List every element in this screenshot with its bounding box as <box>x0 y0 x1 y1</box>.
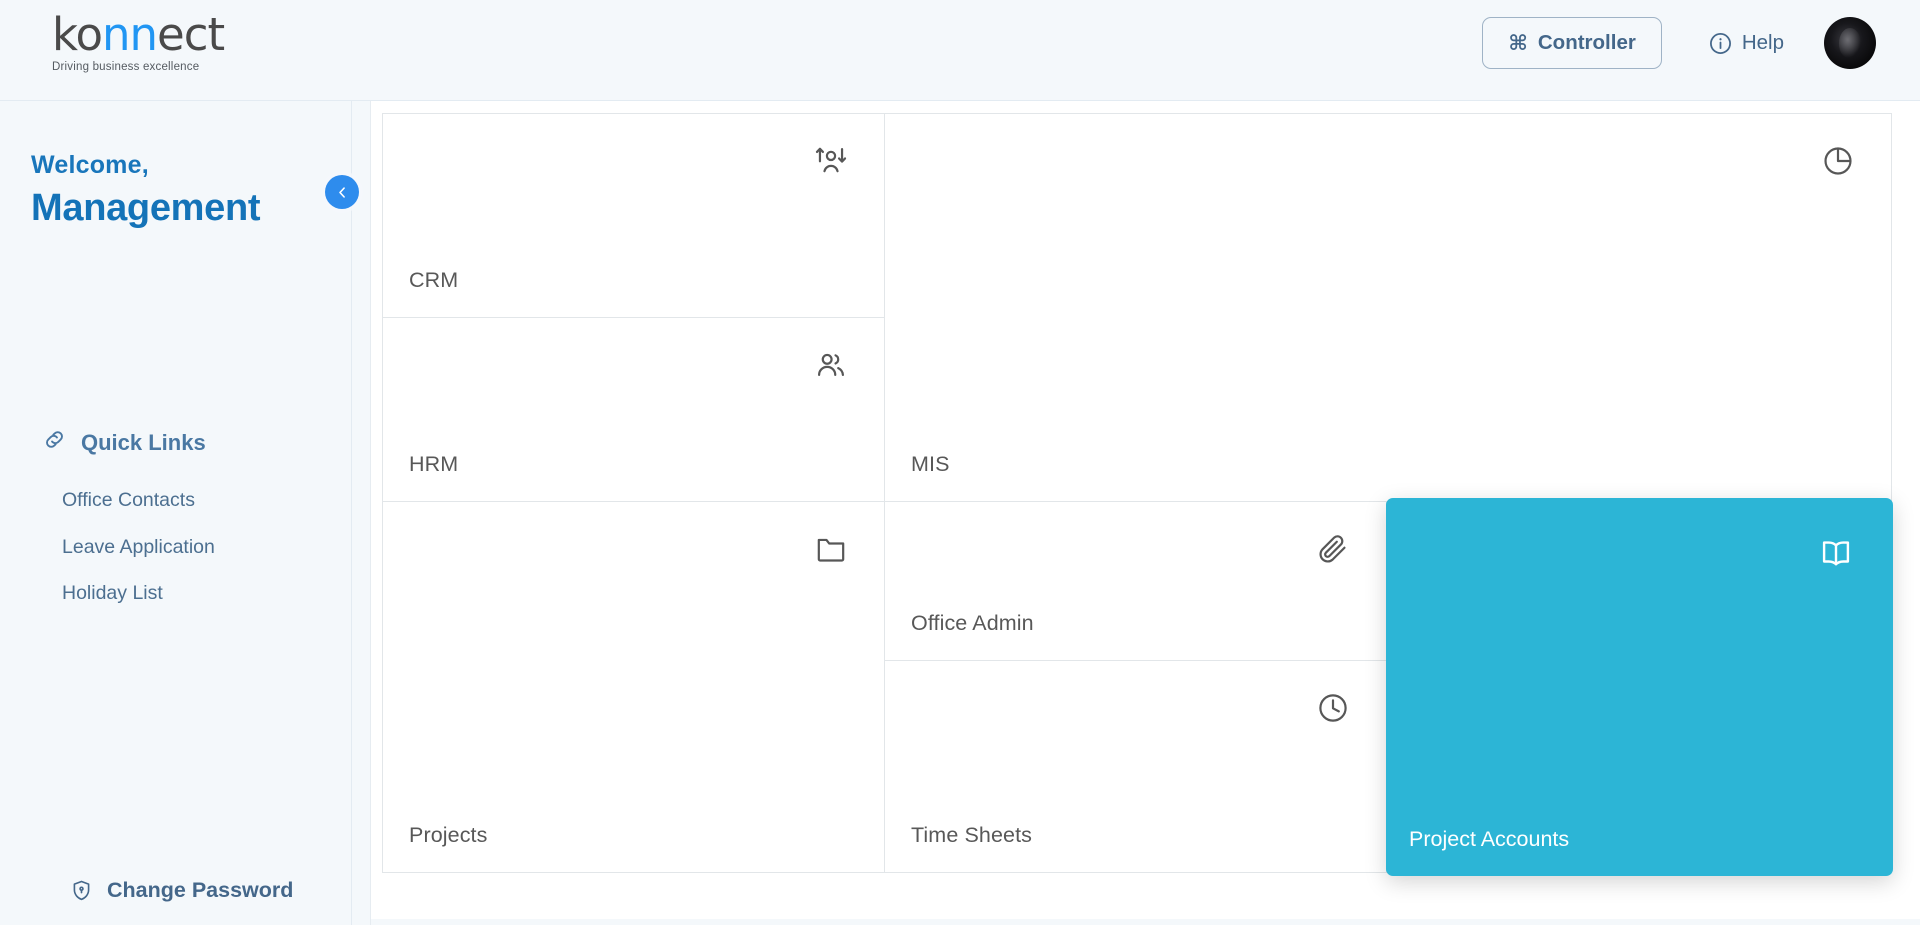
page-title: Management <box>31 187 261 229</box>
open-book-icon <box>1819 536 1853 570</box>
pie-chart-icon <box>1821 144 1855 178</box>
sidebar-item-office-contacts[interactable]: Office Contacts <box>62 489 215 512</box>
tile-label: CRM <box>409 268 459 292</box>
sidebar-item-leave-application[interactable]: Leave Application <box>62 536 215 559</box>
tile-label: Time Sheets <box>911 823 1032 847</box>
sidebar: Welcome, Management Quick Links Office C… <box>0 101 359 925</box>
tile-office-admin[interactable]: Office Admin <box>884 501 1387 661</box>
quick-links-title: Quick Links <box>81 429 206 455</box>
shield-lock-icon <box>70 879 93 902</box>
quick-links-header: Quick Links <box>42 427 206 458</box>
change-password-label: Change Password <box>107 878 294 902</box>
paperclip-icon <box>1316 532 1350 566</box>
tile-project-accounts[interactable]: Project Accounts <box>1386 498 1893 876</box>
logo-text-part1: ko <box>52 8 103 61</box>
user-transfer-icon <box>814 144 848 178</box>
tile-label: HRM <box>409 452 459 476</box>
link-icon <box>42 427 67 458</box>
quick-links-list: Office Contacts Leave Application Holida… <box>62 489 215 629</box>
logo-tagline: Driving business excellence <box>52 61 200 73</box>
logo-text-accent: nn <box>102 8 158 61</box>
tile-crm[interactable]: CRM <box>382 113 885 318</box>
controller-button-label: Controller <box>1537 31 1636 54</box>
info-circle-icon <box>1708 31 1733 56</box>
help-button[interactable]: Help <box>1708 31 1784 56</box>
change-password-button[interactable]: Change Password <box>70 878 293 903</box>
main-content: CRM HRM MIS Projects Office Admin Time S… <box>370 101 1920 925</box>
tile-projects[interactable]: Projects <box>382 501 885 873</box>
avatar[interactable] <box>1824 17 1876 69</box>
chevron-left-icon <box>335 185 350 200</box>
tile-hrm[interactable]: HRM <box>382 317 885 502</box>
tile-mis[interactable]: MIS <box>884 113 1892 502</box>
sidebar-item-holiday-list[interactable]: Holiday List <box>62 582 215 605</box>
users-icon <box>814 348 848 382</box>
logo-wordmark: konnect <box>52 12 252 57</box>
welcome-greeting: Welcome, <box>31 151 149 179</box>
clock-icon <box>1316 691 1350 725</box>
help-button-label: Help <box>1741 31 1784 54</box>
sidebar-collapse-button[interactable] <box>325 175 359 209</box>
dashboard-page: konnect Driving business excellence ⌘ Co… <box>0 0 1920 925</box>
brand-logo[interactable]: konnect Driving business excellence <box>52 12 252 73</box>
app-header: konnect Driving business excellence ⌘ Co… <box>0 0 1920 101</box>
folder-icon <box>814 532 848 566</box>
tile-label: Project Accounts <box>1409 827 1570 851</box>
tile-label: Office Admin <box>911 611 1034 635</box>
logo-text-part2: ect <box>157 8 225 61</box>
module-tile-grid: CRM HRM MIS Projects Office Admin Time S… <box>382 113 1893 876</box>
command-icon: ⌘ <box>1508 31 1528 55</box>
tile-time-sheets[interactable]: Time Sheets <box>884 660 1387 873</box>
header-actions: ⌘ Controller Help <box>1482 17 1876 69</box>
tile-label: MIS <box>911 452 950 476</box>
tile-label: Projects <box>409 823 488 847</box>
controller-button[interactable]: ⌘ Controller <box>1482 17 1662 69</box>
main-bottom-strip <box>371 919 1920 925</box>
